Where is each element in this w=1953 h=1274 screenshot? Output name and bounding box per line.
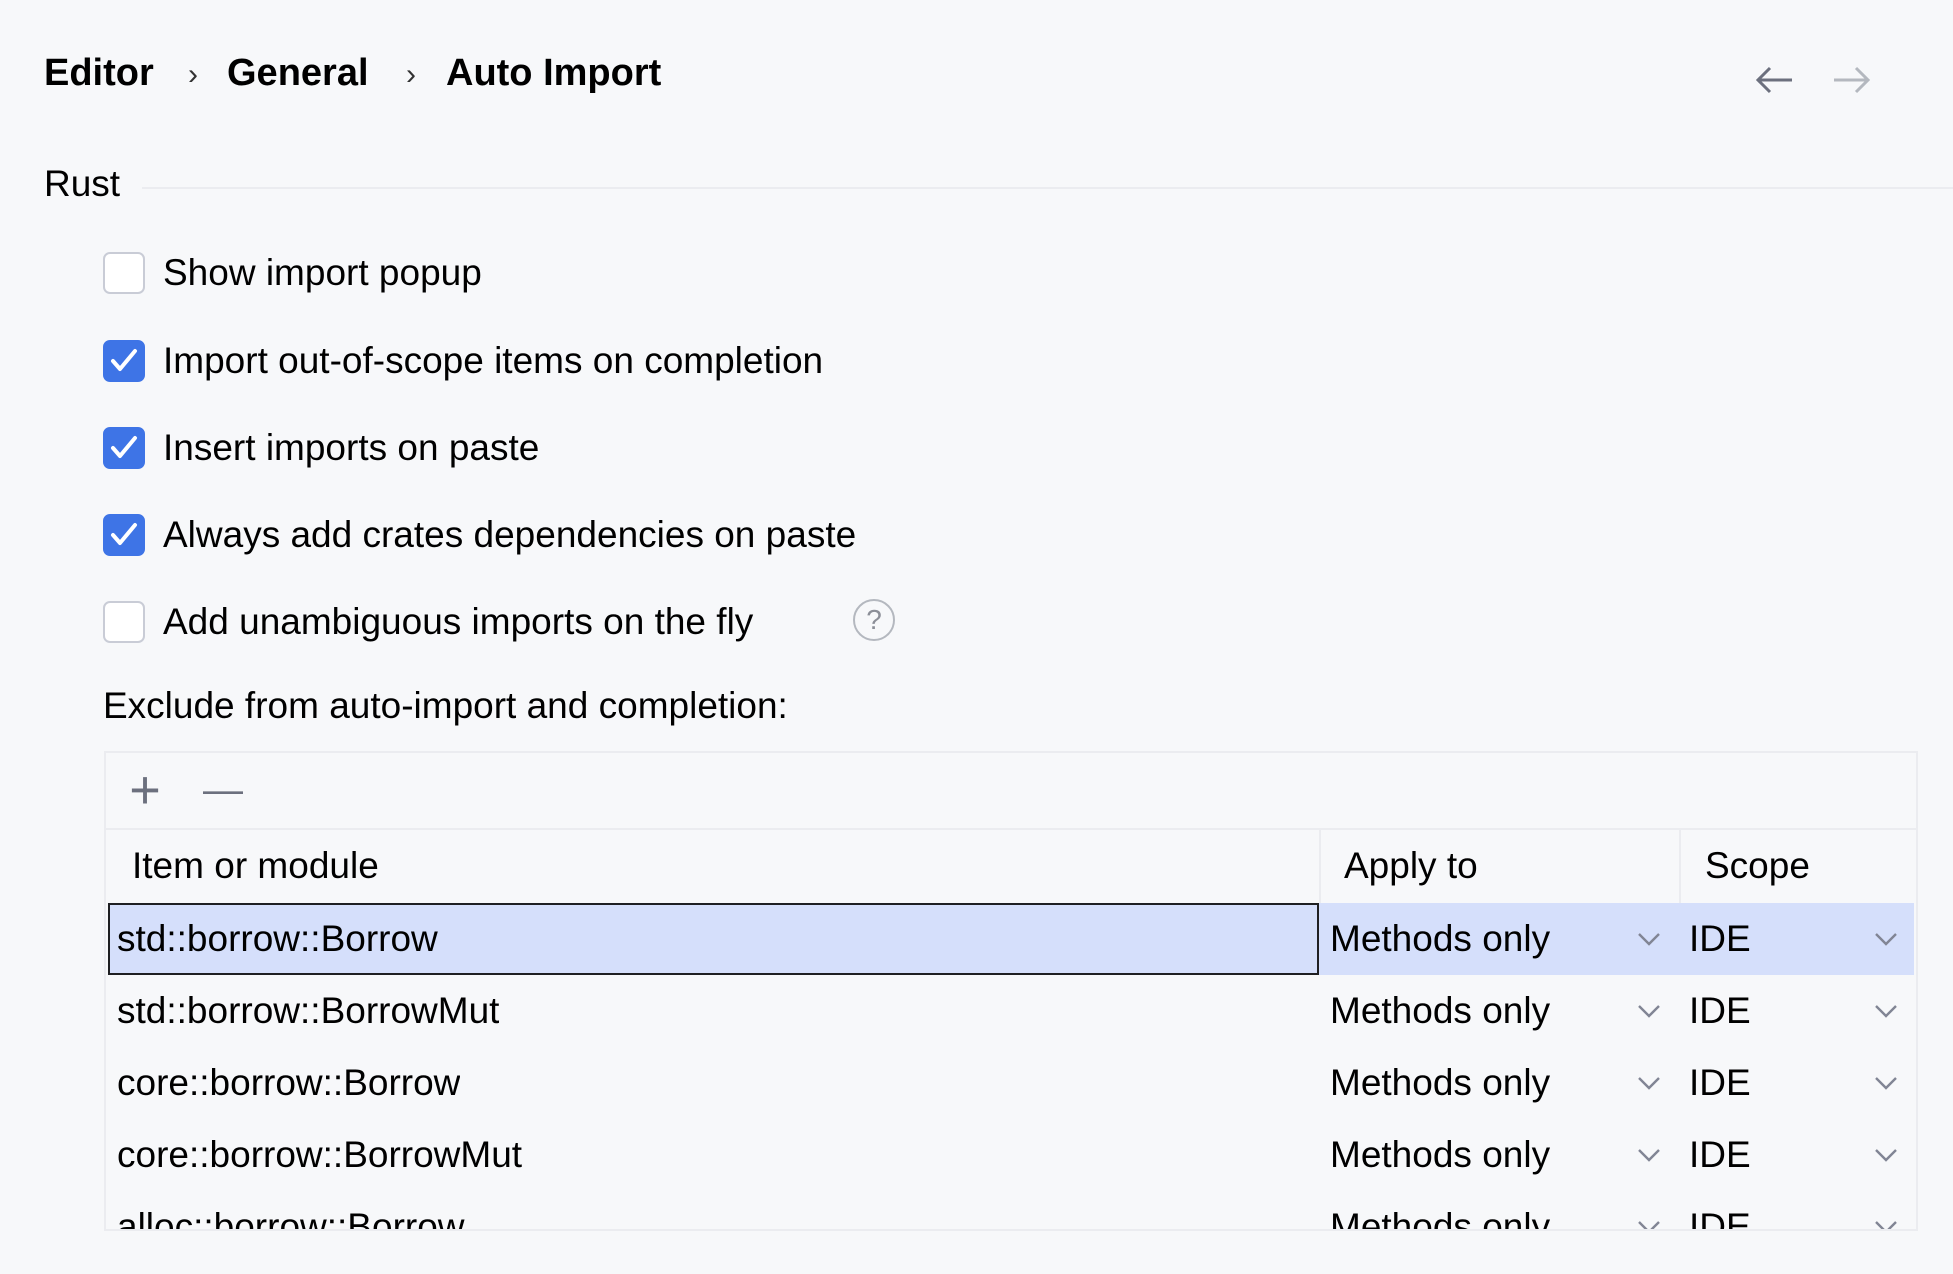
column-divider <box>1679 829 1681 903</box>
option-label[interactable]: Insert imports on paste <box>163 426 539 470</box>
option-label[interactable]: Add unambiguous imports on the fly <box>163 600 753 644</box>
chevron-down-icon[interactable] <box>1636 927 1662 951</box>
chevron-down-icon[interactable] <box>1873 1215 1899 1229</box>
scope-dropdown[interactable]: IDE <box>1689 903 1751 975</box>
table-row[interactable]: alloc::borrow::Borrow Methods only IDE <box>108 1191 1914 1229</box>
table-row[interactable]: std::borrow::Borrow Methods only IDE <box>108 903 1914 975</box>
breadcrumb-general[interactable]: General <box>227 50 369 96</box>
breadcrumb-separator: › <box>406 58 416 91</box>
help-icon[interactable]: ? <box>853 599 895 641</box>
checkmark-icon <box>111 523 137 545</box>
chevron-down-icon[interactable] <box>1873 927 1899 951</box>
exclude-label: Exclude from auto-import and completion: <box>103 685 788 726</box>
chevron-down-icon[interactable] <box>1636 1143 1662 1167</box>
option-label[interactable]: Import out-of-scope items on completion <box>163 339 823 383</box>
table-row[interactable]: core::borrow::Borrow Methods only IDE <box>108 1047 1914 1119</box>
item-cell[interactable]: std::borrow::Borrow <box>117 903 438 975</box>
scope-dropdown[interactable]: IDE <box>1689 1119 1751 1191</box>
checkbox[interactable] <box>103 252 145 294</box>
section-title-rust: Rust <box>44 163 121 204</box>
scope-dropdown[interactable]: IDE <box>1689 1047 1751 1119</box>
back-arrow-icon[interactable] <box>1750 56 1798 104</box>
checkmark-icon <box>111 349 137 371</box>
apply-to-dropdown[interactable]: Methods only <box>1330 975 1550 1047</box>
option-label[interactable]: Show import popup <box>163 251 482 295</box>
item-cell[interactable]: std::borrow::BorrowMut <box>117 975 499 1047</box>
item-cell[interactable]: core::borrow::Borrow <box>117 1047 460 1119</box>
option-label[interactable]: Always add crates dependencies on paste <box>163 513 856 557</box>
column-header-scope[interactable]: Scope <box>1705 829 1810 901</box>
chevron-down-icon[interactable] <box>1873 1071 1899 1095</box>
chevron-down-icon[interactable] <box>1873 1143 1899 1167</box>
checkbox[interactable] <box>103 601 145 643</box>
section-divider <box>142 187 1953 189</box>
checkbox[interactable] <box>103 340 145 382</box>
column-header-apply-to[interactable]: Apply to <box>1344 829 1478 901</box>
table-row[interactable]: std::borrow::BorrowMut Methods only IDE <box>108 975 1914 1047</box>
add-button[interactable]: + <box>124 763 166 817</box>
remove-button[interactable]: — <box>201 763 245 817</box>
table-row[interactable]: core::borrow::BorrowMut Methods only IDE <box>108 1119 1914 1191</box>
item-cell[interactable]: alloc::borrow::Borrow <box>117 1191 465 1229</box>
chevron-down-icon[interactable] <box>1636 1071 1662 1095</box>
apply-to-dropdown[interactable]: Methods only <box>1330 1191 1550 1229</box>
column-divider <box>1319 829 1321 903</box>
checkmark-icon <box>111 436 137 458</box>
breadcrumb-separator: › <box>188 58 198 91</box>
column-header-item[interactable]: Item or module <box>132 829 379 901</box>
breadcrumb-auto-import: Auto Import <box>446 52 662 94</box>
item-cell[interactable]: core::borrow::BorrowMut <box>117 1119 522 1191</box>
breadcrumb-editor[interactable]: Editor <box>44 50 154 96</box>
chevron-down-icon[interactable] <box>1636 1215 1662 1229</box>
apply-to-dropdown[interactable]: Methods only <box>1330 1047 1550 1119</box>
checkbox[interactable] <box>103 427 145 469</box>
chevron-down-icon[interactable] <box>1636 999 1662 1023</box>
exclude-table: + — Item or module Apply to Scope std::b… <box>104 751 1918 1231</box>
table-header: Item or module Apply to Scope <box>106 829 1916 903</box>
chevron-down-icon[interactable] <box>1873 999 1899 1023</box>
scope-dropdown[interactable]: IDE <box>1689 975 1751 1047</box>
table-toolbar: + — <box>106 753 1916 830</box>
checkbox[interactable] <box>103 514 145 556</box>
scope-dropdown[interactable]: IDE <box>1689 1191 1751 1229</box>
forward-arrow-icon[interactable] <box>1828 56 1876 104</box>
apply-to-dropdown[interactable]: Methods only <box>1330 903 1550 975</box>
apply-to-dropdown[interactable]: Methods only <box>1330 1119 1550 1191</box>
